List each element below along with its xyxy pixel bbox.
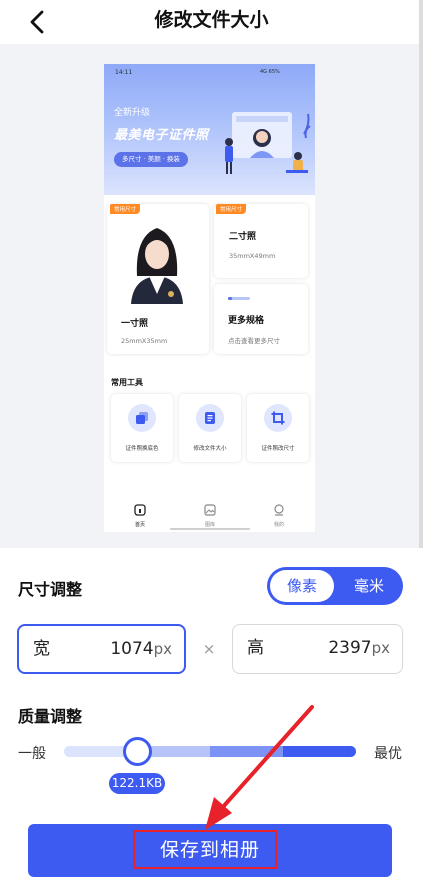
image-icon xyxy=(204,504,216,516)
times-sign: × xyxy=(202,640,216,658)
height-value[interactable]: 2397px xyxy=(328,625,390,671)
width-label: 宽 xyxy=(33,639,50,659)
home-indicator xyxy=(170,528,250,530)
tool-label: 修改文件大小 xyxy=(193,446,227,452)
image-preview: 14:11 4G 65% 全新升级 最美电子证件照 多尺寸 · 美颜 · 换装 … xyxy=(104,64,315,532)
preview-nav-home: 首页 xyxy=(120,501,160,528)
crop-icon xyxy=(264,404,292,432)
quality-max-label: 最优 xyxy=(374,746,402,762)
card-tag: 常用尺寸 xyxy=(110,204,141,214)
preview-nav-mine: 我的 xyxy=(259,501,299,528)
card-desc: 点击查看更多尺寸 xyxy=(228,337,280,345)
tool-resize-file: 修改文件大小 xyxy=(179,394,241,462)
card-name: 二寸照 xyxy=(229,232,257,242)
nav-label: 图库 xyxy=(204,522,215,528)
height-label: 高 xyxy=(247,638,264,658)
banner-pill: 多尺寸 · 美颜 · 换装 xyxy=(114,152,188,167)
tool-change-size: 证件照改尺寸 xyxy=(247,394,309,462)
quality-adjust-title: 质量调整 xyxy=(18,707,83,726)
preview-nav-gallery: 图库 xyxy=(190,501,230,528)
profile-icon xyxy=(274,504,284,516)
save-to-album-button[interactable]: 保存到相册 xyxy=(28,824,392,877)
layers-icon xyxy=(128,404,156,432)
file-size-badge: 122.1KB xyxy=(109,773,165,794)
card-tag: 常用尺寸 xyxy=(216,204,247,214)
unit-toggle[interactable]: 像素 毫米 xyxy=(267,567,403,605)
card-two-inch: 常用尺寸 二寸照 35mmX49mm xyxy=(214,204,308,278)
settings-sheet: 尺寸调整 像素 毫米 宽 1074px × 高 2397px 质量调整 一般 最… xyxy=(0,548,423,889)
card-size: 35mmX49mm xyxy=(229,252,276,260)
slider-segment xyxy=(210,746,283,757)
home-icon xyxy=(134,504,146,516)
card-size: 25mmX35mm xyxy=(121,337,168,345)
unit-option-pixel[interactable]: 像素 xyxy=(270,570,334,602)
preview-banner: 14:11 4G 65% 全新升级 最美电子证件照 多尺寸 · 美颜 · 换装 xyxy=(104,64,315,202)
height-field[interactable]: 高 2397px xyxy=(232,624,403,674)
page-title: 修改文件大小 xyxy=(154,9,269,31)
nav-label: 首页 xyxy=(134,522,145,528)
width-unit: px xyxy=(153,640,172,658)
card-decor-dot xyxy=(228,297,232,300)
status-icons: 4G 65% xyxy=(260,69,280,75)
quality-slider-track[interactable] xyxy=(64,746,356,757)
document-icon xyxy=(196,404,224,432)
card-more-specs: 更多规格 点击查看更多尺寸 xyxy=(214,284,308,354)
scroll-edge xyxy=(419,0,423,548)
width-number: 1074 xyxy=(110,639,154,659)
tools-title: 常用工具 xyxy=(111,378,143,387)
size-adjust-title: 尺寸调整 xyxy=(18,580,83,599)
width-value[interactable]: 1074px xyxy=(110,626,172,672)
quality-slider-thumb[interactable] xyxy=(122,737,152,766)
nav-label: 我的 xyxy=(273,522,284,528)
tool-label: 证件照改尺寸 xyxy=(261,446,295,452)
top-bar: 修改文件大小 xyxy=(0,0,423,44)
banner-line1: 全新升级 xyxy=(114,108,151,118)
card-one-inch: 常用尺寸 一寸照 25mmX35mm xyxy=(107,204,209,354)
tool-change-background: 证件照换底色 xyxy=(111,394,173,462)
height-number: 2397 xyxy=(328,638,372,658)
card-name: 更多规格 xyxy=(228,316,265,326)
slider-segment xyxy=(283,746,356,757)
preview-tab-bar: 首页 图库 我的 xyxy=(104,496,315,532)
status-time: 14:11 xyxy=(115,69,133,76)
height-unit: px xyxy=(371,639,390,657)
width-field[interactable]: 宽 1074px xyxy=(17,624,186,674)
portrait-photo xyxy=(127,216,187,304)
quality-min-label: 一般 xyxy=(18,746,46,762)
unit-option-mm[interactable]: 毫米 xyxy=(337,570,401,602)
save-button-label: 保存到相册 xyxy=(159,839,260,861)
banner-line2: 最美电子证件照 xyxy=(114,128,209,143)
banner-illustration-icon xyxy=(225,112,311,174)
card-name: 一寸照 xyxy=(121,319,149,329)
tool-label: 证件照换底色 xyxy=(125,446,159,452)
